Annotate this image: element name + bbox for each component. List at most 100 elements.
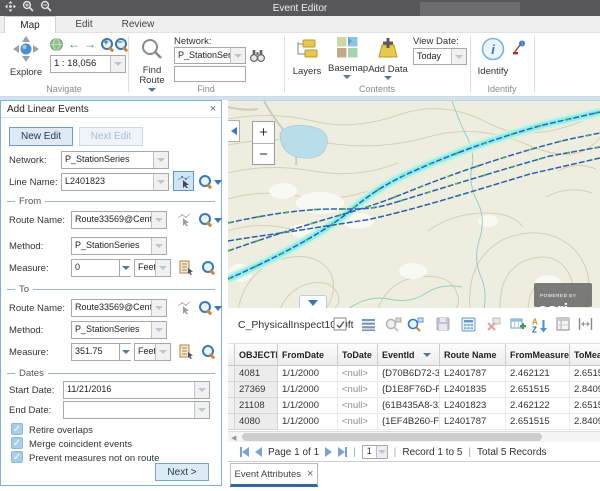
line-name-arrow[interactable]: [153, 174, 168, 190]
table-row[interactable]: 4080 1/1/2000 <null> {1EF4B260-F0 L24017…: [228, 414, 600, 430]
from-method-arrow[interactable]: [151, 238, 166, 254]
from-measure-zoom-icon[interactable]: [201, 260, 216, 275]
to-zoom-icon[interactable]: [198, 300, 213, 315]
view-date-combo[interactable]: Today: [413, 48, 467, 65]
tab-map[interactable]: Map: [4, 16, 56, 33]
table-collapse-button[interactable]: [299, 295, 327, 308]
select-records-icon[interactable]: [333, 317, 349, 333]
from-measure-picker-icon[interactable]: [179, 260, 194, 280]
back-arrow-icon[interactable]: ←: [68, 38, 80, 50]
forward-arrow-icon[interactable]: →: [84, 38, 96, 50]
from-route-name-arrow[interactable]: [151, 212, 166, 228]
panel-network-combo[interactable]: P_StationSeries: [61, 151, 169, 169]
prevent-measures-checkbox[interactable]: [11, 451, 23, 463]
column-header-eventid[interactable]: EventId: [378, 344, 440, 366]
network-dropdown-arrow[interactable]: [230, 48, 245, 63]
tab-review[interactable]: Review: [112, 16, 164, 33]
horizontal-scrollbar[interactable]: ◀: [228, 431, 600, 442]
line-name-combo[interactable]: L2401823: [61, 173, 169, 191]
next-page-button[interactable]: [325, 447, 332, 457]
layers-button[interactable]: Layers: [290, 37, 324, 77]
find-route-input[interactable]: [174, 66, 246, 82]
line-zoom-icon[interactable]: [198, 174, 213, 189]
row-selector[interactable]: [228, 398, 235, 414]
to-zoom-caret-icon[interactable]: [214, 306, 222, 311]
from-measure-caret[interactable]: [119, 260, 131, 276]
from-unit-arrow[interactable]: [155, 260, 170, 276]
explore-button[interactable]: Explore: [8, 36, 44, 78]
next-edit-button[interactable]: Next Edit: [79, 127, 143, 146]
previous-page-button[interactable]: [255, 447, 262, 457]
column-header-routename[interactable]: Route Name: [440, 344, 506, 366]
to-unit-combo[interactable]: Feet: [134, 343, 171, 361]
add-data-button[interactable]: Add Data: [368, 37, 408, 80]
new-edit-button[interactable]: New Edit: [9, 127, 73, 146]
sort-icon[interactable]: AZ: [531, 317, 547, 333]
table-row[interactable]: 27369 1/1/2000 <null> {D1E8F76D-F L24018…: [228, 382, 600, 398]
scale-combo[interactable]: 1 : 18,056: [50, 55, 126, 73]
scale-dropdown-arrow[interactable]: [110, 56, 125, 72]
page-number-arrow[interactable]: [376, 446, 387, 458]
identify-route-location-icon[interactable]: i: [512, 40, 527, 60]
start-date-arrow[interactable]: [194, 382, 209, 398]
last-page-button[interactable]: [338, 447, 347, 457]
add-record-icon[interactable]: [510, 317, 526, 333]
from-unit-combo[interactable]: Feet: [134, 259, 171, 277]
from-zoom-caret-icon[interactable]: [214, 218, 222, 223]
panel-network-arrow[interactable]: [153, 152, 168, 168]
basemap-button[interactable]: Basemap: [328, 37, 366, 79]
field-calculator-icon[interactable]: [461, 317, 477, 333]
from-zoom-icon[interactable]: [198, 212, 213, 227]
zoom-out-tool-icon[interactable]: −: [114, 37, 129, 52]
delete-selected-icon[interactable]: [486, 317, 502, 333]
binoculars-icon[interactable]: [250, 49, 265, 67]
fit-columns-icon[interactable]: [578, 317, 594, 333]
to-measure-caret[interactable]: [119, 344, 131, 360]
line-zoom-caret-icon[interactable]: [214, 180, 222, 185]
map-zoom-in-button[interactable]: +: [253, 122, 274, 143]
end-date-combo[interactable]: [63, 401, 210, 419]
to-route-name-combo[interactable]: Route33569@Cent: [71, 299, 167, 317]
map-zoom-out-button[interactable]: −: [253, 143, 274, 164]
row-selector[interactable]: [228, 382, 235, 398]
to-select-route-button[interactable]: [173, 297, 194, 317]
from-method-combo[interactable]: P_StationSeries: [71, 237, 167, 255]
from-measure-combo[interactable]: 0: [71, 259, 131, 277]
start-date-combo[interactable]: 11/21/2016: [63, 381, 210, 399]
first-page-button[interactable]: [240, 447, 249, 457]
to-route-name-arrow[interactable]: [151, 300, 166, 316]
view-date-dropdown-arrow[interactable]: [451, 49, 466, 64]
column-header-tomeasure[interactable]: ToMea: [570, 344, 600, 366]
panel-close-icon[interactable]: ×: [205, 103, 221, 115]
network-combo[interactable]: P_StationSeries: [174, 47, 246, 64]
page-number-combo[interactable]: 1: [362, 445, 388, 459]
zoom-to-selection-icon[interactable]: [385, 317, 401, 333]
to-measure-picker-icon[interactable]: [179, 344, 194, 364]
merge-coincident-checkbox[interactable]: [11, 437, 23, 449]
attribute-window-icon[interactable]: [556, 317, 572, 333]
column-header-frommeasure[interactable]: FromMeasure: [506, 344, 570, 366]
to-method-combo[interactable]: P_StationSeries: [71, 321, 167, 339]
zoom-in-tool-icon[interactable]: +: [100, 37, 115, 52]
scrollbar-thumb[interactable]: [242, 433, 542, 441]
to-measure-zoom-icon[interactable]: [201, 344, 216, 359]
show-selection-icon[interactable]: [361, 317, 377, 333]
globe-icon[interactable]: [50, 38, 63, 56]
map-view[interactable]: + − POWERED BY esri: [228, 100, 600, 308]
pan-to-selection-icon[interactable]: [407, 317, 423, 333]
tab-close-icon[interactable]: ×: [307, 468, 313, 480]
row-selector[interactable]: [228, 366, 235, 382]
column-header-objectid[interactable]: OBJECTID: [235, 344, 278, 366]
tab-event-attributes[interactable]: Event Attributes ×: [230, 463, 318, 487]
save-edits-icon[interactable]: [436, 317, 452, 333]
tab-edit[interactable]: Edit: [58, 16, 110, 33]
to-unit-arrow[interactable]: [155, 344, 170, 360]
column-header-fromdate[interactable]: FromDate: [278, 344, 338, 366]
to-measure-combo[interactable]: 351.75: [71, 343, 131, 361]
scroll-left-arrow-icon[interactable]: ◀: [231, 434, 236, 442]
retire-overlaps-checkbox[interactable]: [11, 423, 23, 435]
end-date-arrow[interactable]: [194, 402, 209, 418]
table-row[interactable]: 4081 1/1/2000 <null> {D70B6D72-3 L240178…: [228, 366, 600, 382]
table-row[interactable]: 21108 1/1/2000 <null> {61B435A8-32 L2401…: [228, 398, 600, 414]
from-route-name-combo[interactable]: Route33569@Cent: [71, 211, 167, 229]
